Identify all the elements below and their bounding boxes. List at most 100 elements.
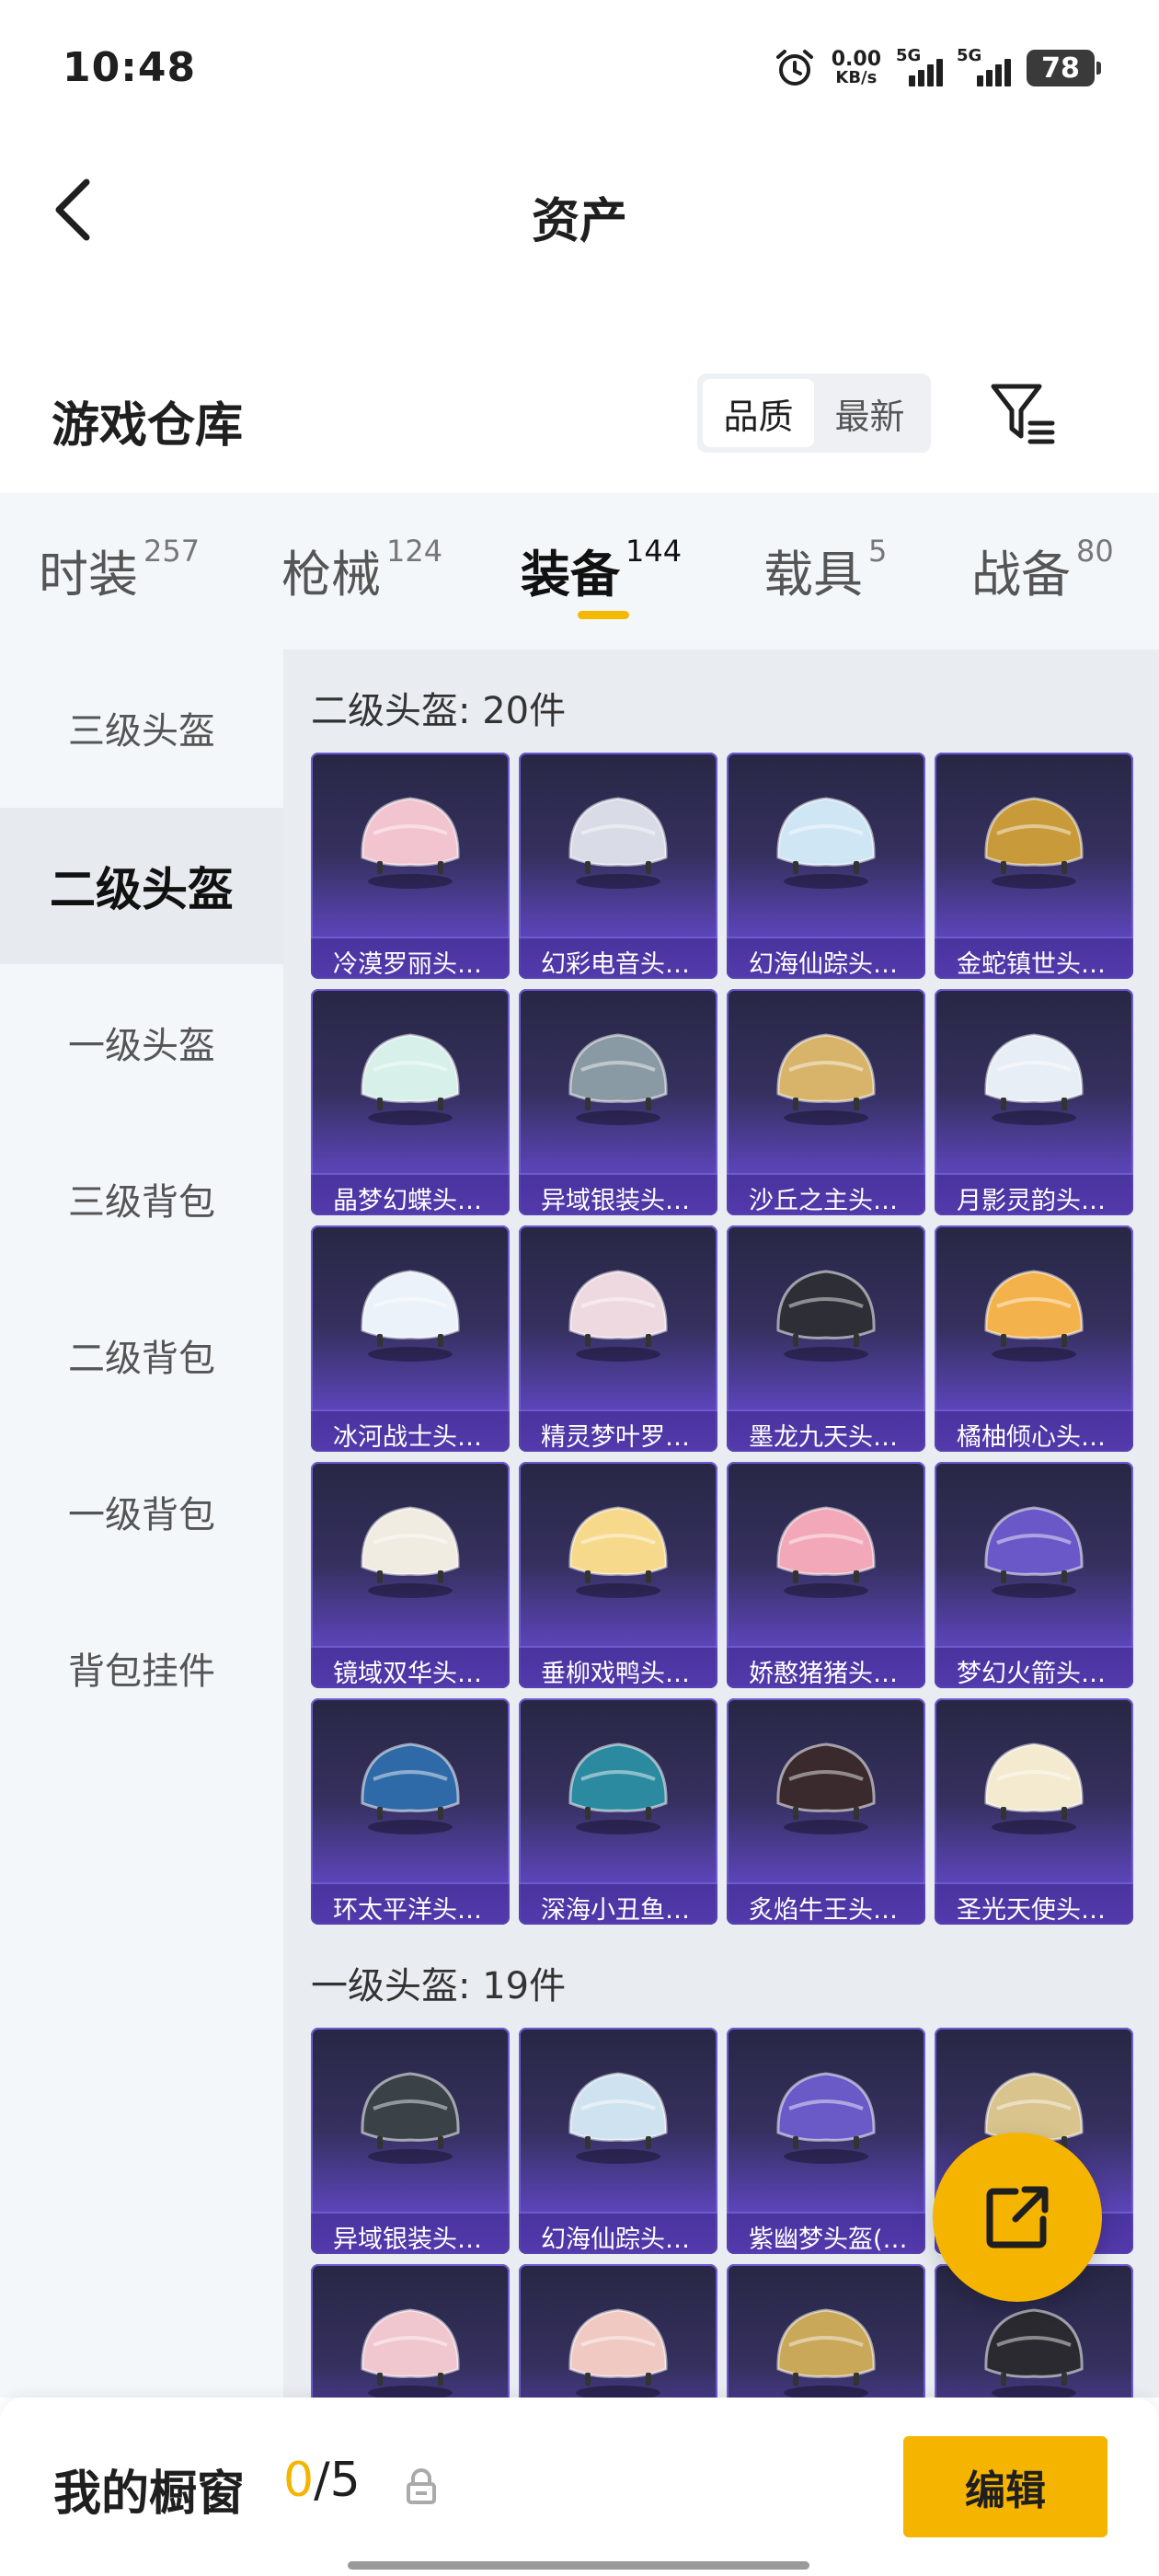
tab-count: 5 <box>868 534 888 569</box>
helmet-icon <box>346 1015 475 1134</box>
signal-label: 5G <box>896 46 922 65</box>
item-card[interactable]: 异域银装头… <box>311 2028 510 2254</box>
helmet-icon <box>554 1488 683 1607</box>
helmet-icon <box>970 1251 1098 1371</box>
tab-weapons[interactable]: 枪械 124 <box>281 534 442 606</box>
item-name: 紫幽梦头盔(… <box>727 2212 925 2254</box>
helmet-icon <box>554 778 683 898</box>
item-card[interactable]: 镜域双华头… <box>311 1462 510 1688</box>
item-card[interactable]: 梦幻火箭头… <box>935 1462 1133 1688</box>
item-name: 炙焰牛王头… <box>727 1882 925 1925</box>
tab-equipment[interactable]: 装备 144 <box>521 534 682 606</box>
sidebar-item-backpack-charm[interactable]: 背包挂件 <box>0 1590 283 1746</box>
helmet-icon <box>762 1251 890 1371</box>
sidebar-item-level2-helmet[interactable]: 二级头盔 <box>0 808 283 964</box>
item-card[interactable]: 橘柚倾心头… <box>935 1225 1133 1452</box>
item-card[interactable]: 环太平洋头… <box>311 1698 510 1925</box>
item-name: 冷漠罗丽头… <box>311 937 510 979</box>
tab-count: 144 <box>625 534 683 569</box>
sidebar-item-level3-helmet[interactable]: 三级头盔 <box>0 650 283 806</box>
item-name: 异域银装头… <box>311 2212 510 2254</box>
tab-label: 枪械 <box>281 546 381 604</box>
item-card[interactable]: 精灵梦叶罗… <box>519 1225 717 1452</box>
home-indicator <box>348 2561 809 2570</box>
sidebar-item-level1-helmet[interactable]: 一级头盔 <box>0 964 283 1121</box>
signal-icon-2: 5G <box>957 46 1012 86</box>
section-title-level2: 二级头盔: 20件 <box>311 690 567 732</box>
item-name: 幻海仙踪头… <box>727 937 925 979</box>
item-card[interactable]: 月影灵韵头… <box>935 989 1133 1215</box>
item-name: 精灵梦叶罗… <box>519 1409 717 1452</box>
sidebar-item-level3-backpack[interactable]: 三级背包 <box>0 1121 283 1277</box>
category-tabs: 时装 257 枪械 124 装备 144 载具 5 战备 80 <box>0 493 1159 650</box>
tab-vehicles[interactable]: 载具 5 <box>763 534 887 606</box>
tab-count: 80 <box>1076 534 1114 569</box>
item-card[interactable]: 炙焰牛王头… <box>727 1698 925 1925</box>
helmet-icon <box>346 1488 475 1607</box>
lock-icon <box>407 2468 436 2504</box>
tab-label: 装备 <box>521 546 620 604</box>
helmet-icon <box>554 1015 683 1134</box>
sidebar: 三级头盔 二级头盔 一级头盔 三级背包 二级背包 一级背包 背包挂件 <box>0 650 283 2398</box>
item-card[interactable]: 垂柳戏鸭头… <box>519 1462 717 1688</box>
helmet-icon <box>346 2053 475 2173</box>
item-card[interactable]: 冰河战士头… <box>311 1225 510 1452</box>
share-icon <box>986 2186 1049 2248</box>
helmet-icon <box>970 1015 1098 1134</box>
tab-fashion[interactable]: 时装 257 <box>39 534 200 606</box>
item-card[interactable]: 沙丘之主头… <box>727 989 925 1215</box>
sidebar-item-level1-backpack[interactable]: 一级背包 <box>0 1433 283 1590</box>
item-card[interactable]: 异域银装头… <box>519 989 717 1215</box>
item-name: 月影灵韵头… <box>935 1173 1133 1215</box>
status-time: 10:48 <box>63 44 197 91</box>
item-name: 垂柳戏鸭头… <box>519 1646 717 1688</box>
item-name: 梦幻火箭头… <box>935 1646 1133 1688</box>
filter-icon[interactable] <box>988 381 1058 447</box>
tab-count: 124 <box>386 534 443 569</box>
item-name: 娇憨猪猪头… <box>727 1646 925 1688</box>
item-name: 沙丘之主头… <box>727 1173 925 1215</box>
item-card[interactable] <box>727 2264 925 2398</box>
item-card[interactable]: 圣光天使头… <box>935 1698 1133 1925</box>
net-speed: 0.00 KB/s <box>832 50 881 86</box>
showcase-label: 我的橱窗 <box>53 2467 246 2522</box>
battery-icon: 78 <box>1027 50 1101 86</box>
item-card[interactable]: 幻海仙踪头… <box>727 753 925 979</box>
sort-newest-button[interactable]: 最新 <box>814 379 925 447</box>
item-card[interactable]: 娇憨猪猪头… <box>727 1462 925 1688</box>
item-name: 金蛇镇世头… <box>935 937 1133 979</box>
item-card[interactable]: 幻彩电音头… <box>519 753 717 979</box>
item-name: 冰河战士头… <box>311 1409 510 1452</box>
section-title-level1: 一级头盔: 19件 <box>311 1965 567 2007</box>
helmet-icon <box>346 778 475 898</box>
item-card[interactable]: 幻海仙踪头… <box>519 2028 717 2254</box>
item-name: 墨龙九天头… <box>727 1409 925 1452</box>
tab-supplies[interactable]: 战备 80 <box>971 534 1114 606</box>
item-card[interactable]: 紫幽梦头盔(… <box>727 2028 925 2254</box>
showcase-count: 0/5 <box>283 2453 361 2508</box>
helmet-icon <box>970 2290 1098 2398</box>
item-name: 晶梦幻蝶头… <box>311 1173 510 1215</box>
item-name: 环太平洋头… <box>311 1882 510 1925</box>
item-card[interactable]: 金蛇镇世头… <box>935 753 1133 979</box>
share-button[interactable] <box>933 2133 1102 2302</box>
tab-label: 战备 <box>971 546 1071 604</box>
helmet-icon <box>762 2290 890 2398</box>
edit-button[interactable]: 编辑 <box>903 2436 1107 2537</box>
helmet-icon <box>970 778 1098 898</box>
helmet-icon <box>762 1724 890 1844</box>
sort-quality-button[interactable]: 品质 <box>703 379 814 447</box>
item-name: 异域银装头… <box>519 1173 717 1215</box>
item-card[interactable] <box>519 2264 717 2398</box>
signal-label-2: 5G <box>957 46 982 65</box>
helmet-icon <box>762 1015 890 1134</box>
item-card[interactable]: 冷漠罗丽头… <box>311 753 510 979</box>
item-card[interactable]: 墨龙九天头… <box>727 1225 925 1452</box>
item-card[interactable] <box>311 2264 510 2398</box>
item-card[interactable]: 深海小丑鱼… <box>519 1698 717 1925</box>
helmet-icon <box>346 1724 475 1844</box>
item-card[interactable]: 晶梦幻蝶头… <box>311 989 510 1215</box>
sidebar-item-level2-backpack[interactable]: 二级背包 <box>0 1277 283 1433</box>
active-tab-indicator <box>578 611 629 619</box>
helmet-icon <box>554 1724 683 1844</box>
